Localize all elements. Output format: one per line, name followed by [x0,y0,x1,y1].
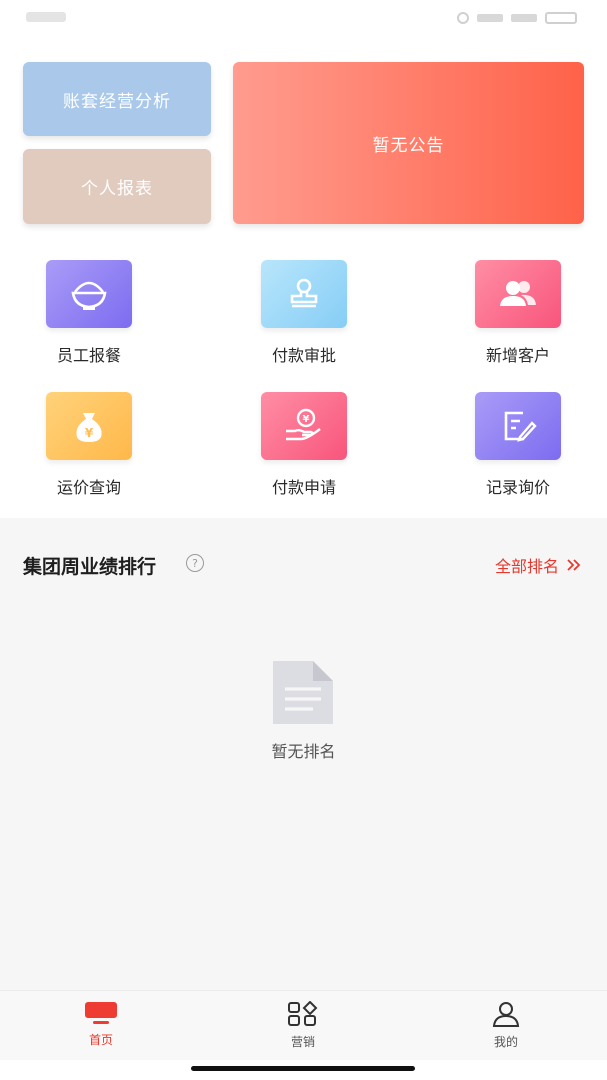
rice-bowl-icon [46,260,132,328]
grid-item-freight-query[interactable]: ¥ 运价查询 [14,392,164,502]
empty-ranking-text: 暂无排名 [271,742,336,761]
grid-item-new-customer[interactable]: 新增客户 [443,260,593,370]
money-bag-icon: ¥ [46,392,132,460]
personal-report-button[interactable]: 个人报表 [23,149,211,224]
grid-item-label: 员工报餐 [56,346,121,365]
empty-document-icon [273,661,333,724]
grid-item-label: 新增客户 [485,346,550,365]
battery-icon [545,12,577,24]
bottom-tab-bar: 首页 营销 我的 [0,990,607,1060]
tab-profile[interactable]: 我的 [456,1001,556,1050]
grid-item-label: 记录询价 [485,478,550,497]
users-icon [475,260,561,328]
signal-icon [477,14,503,22]
tab-label: 首页 [88,1033,113,1047]
wifi-icon [511,14,537,22]
tab-label: 我的 [493,1035,518,1049]
tab-label: 营销 [290,1035,315,1049]
grid-item-label: 付款审批 [271,346,336,365]
home-monitor-icon [85,1002,117,1024]
home-indicator [191,1066,415,1071]
grid-apps-icon [288,1001,318,1026]
notice-card[interactable]: 暂无公告 [233,62,584,224]
all-ranking-link[interactable]: 全部排名 [495,553,581,577]
status-bar [0,0,607,40]
ranking-title: 集团周业绩排行 [23,556,157,578]
status-time [26,12,66,22]
account-analysis-button[interactable]: 账套经营分析 [23,62,211,136]
user-icon [492,1002,520,1027]
svg-text:¥: ¥ [303,414,310,425]
all-ranking-label: 全部排名 [494,557,559,576]
double-chevron-right-icon [567,559,581,571]
alarm-icon [457,12,469,24]
grid-item-label: 付款申请 [271,478,336,497]
stamp-icon [261,260,347,328]
svg-text:¥: ¥ [85,426,94,440]
status-icons [457,12,577,24]
top-cards: 账套经营分析 个人报表 暂无公告 [23,62,584,224]
grid-item-record-inquiry[interactable]: 记录询价 [443,392,593,502]
help-icon[interactable]: ? [186,554,204,572]
ranking-section: 集团周业绩排行 ? 全部排名 暂无排名 [0,518,607,990]
tab-marketing[interactable]: 营销 [253,1001,353,1050]
tab-home[interactable]: 首页 [51,1001,151,1048]
grid-item-payment-approval[interactable]: 付款审批 [229,260,379,370]
grid-item-payment-request[interactable]: ¥ 付款申请 [229,392,379,502]
grid-item-label: 运价查询 [56,478,121,497]
edit-note-icon [475,392,561,460]
grid-item-meal[interactable]: 员工报餐 [14,260,164,370]
coin-hand-icon: ¥ [261,392,347,460]
function-grid: 员工报餐 付款审批 新增客户 ¥ 运价查询 ¥ 付款申请 记录询价 [0,258,607,508]
